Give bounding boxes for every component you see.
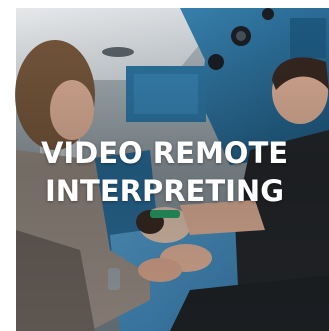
tile-title-line-2: INTERPRETING: [44, 174, 285, 208]
vri-tile[interactable]: VIDEO REMOTE INTERPRETING: [0, 0, 329, 331]
tile-title: VIDEO REMOTE INTERPRETING: [0, 134, 329, 210]
tile-title-line-1: VIDEO REMOTE: [40, 136, 289, 170]
